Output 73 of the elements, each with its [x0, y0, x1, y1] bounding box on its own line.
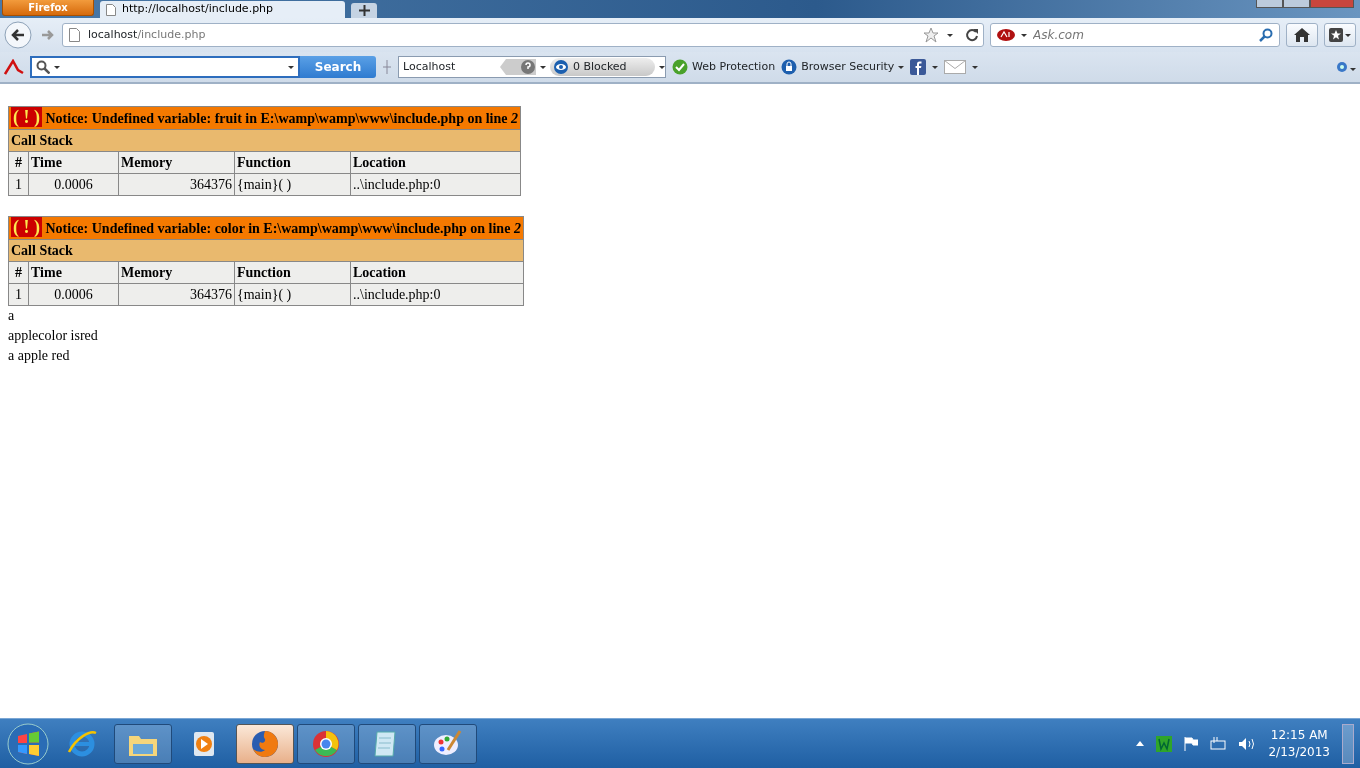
grip-icon — [382, 60, 392, 74]
dropdown-caret-icon[interactable] — [1021, 33, 1027, 37]
back-button[interactable] — [4, 21, 34, 49]
web-protection-link[interactable]: Web Protection — [692, 58, 776, 76]
table-cell: 1 — [8, 173, 29, 196]
taskbar-button[interactable] — [358, 723, 416, 764]
table-cell: ..\include.php:0 — [350, 173, 521, 196]
toolbar-search-field[interactable] — [30, 56, 300, 78]
dropdown-caret-icon[interactable] — [972, 65, 979, 69]
tab-title: http://localhost/include.php — [122, 1, 274, 18]
eye-icon — [553, 60, 569, 74]
clock-time: 12:15 AM — [1269, 726, 1329, 744]
bookmarks-button[interactable] — [1324, 23, 1356, 47]
warning-icon: ( ! ) — [11, 217, 42, 237]
show-hidden-icons-button[interactable] — [1136, 741, 1145, 746]
search-engine-icon — [997, 29, 1015, 41]
call-stack-heading: Call Stack — [8, 239, 524, 262]
site-field[interactable]: Localhost 0 Blocked — [398, 56, 666, 78]
search-box[interactable]: Ask.com — [990, 23, 1280, 47]
call-stack-heading: Call Stack — [8, 129, 521, 152]
dropdown-caret-icon[interactable] — [932, 65, 939, 69]
plus-icon — [358, 5, 370, 16]
dropdown-caret-icon[interactable] — [288, 65, 294, 69]
page-icon — [106, 3, 116, 16]
lock-icon — [781, 59, 798, 75]
search-icon[interactable] — [1259, 28, 1273, 42]
taskbar-button[interactable] — [236, 723, 294, 764]
dropdown-caret-icon[interactable] — [947, 33, 953, 37]
dropdown-caret-icon[interactable] — [54, 65, 60, 69]
notice-message: Notice: Undefined variable: fruit in E:\wamp\wamp\www\include.php on line 2 — [45, 111, 518, 126]
minimize-button[interactable] — [1256, 0, 1283, 8]
output-line: a — [8, 307, 16, 325]
home-icon — [1294, 28, 1310, 42]
table-cell: ..\include.php:0 — [350, 283, 524, 306]
settings-icon[interactable] — [1334, 59, 1356, 75]
new-tab-button[interactable] — [351, 3, 377, 18]
taskbar-button[interactable] — [297, 723, 355, 764]
maximize-button[interactable] — [1283, 0, 1310, 8]
taskbar-button[interactable] — [419, 723, 477, 764]
column-header: # — [8, 151, 29, 174]
check-icon — [672, 59, 688, 75]
notice-message: Notice: Undefined variable: color in E:\wamp\wamp\www\include.php on line 2 — [45, 221, 521, 236]
dropdown-caret-icon[interactable] — [898, 65, 905, 69]
clock[interactable]: 12:15 AM 2/13/2013 — [1268, 726, 1330, 761]
blocked-text: 0 Blocked — [573, 58, 627, 75]
browser-security-menu[interactable]: Browser Security — [801, 58, 895, 76]
star-icon — [1329, 28, 1351, 42]
volume-icon[interactable] — [1238, 736, 1257, 751]
search-icon — [36, 60, 50, 74]
blocked-counter[interactable]: 0 Blocked — [550, 58, 655, 76]
logo-icon — [4, 59, 24, 75]
output-line: a apple red — [8, 347, 71, 365]
bookmark-star-icon[interactable] — [923, 27, 939, 43]
network-icon[interactable] — [1210, 736, 1227, 751]
browser-tab[interactable]: http://localhost/include.php — [100, 1, 345, 18]
column-header: # — [8, 261, 29, 284]
address-bar[interactable]: localhost/include.php — [62, 23, 984, 47]
column-header: Location — [350, 151, 521, 174]
dropdown-caret-icon[interactable] — [659, 65, 665, 69]
start-button[interactable] — [6, 721, 50, 766]
output-line: applecolor isred — [8, 327, 99, 345]
url-text: localhost/include.php — [88, 26, 206, 43]
taskbar-button[interactable] — [114, 723, 172, 764]
flag-icon[interactable] — [1184, 736, 1199, 751]
warning-icon: ( ! ) — [11, 107, 42, 127]
site-text: Localhost — [403, 58, 456, 75]
clock-date: 2/13/2013 — [1268, 743, 1330, 761]
page-icon — [69, 28, 80, 42]
home-button[interactable] — [1286, 23, 1318, 47]
facebook-icon[interactable] — [910, 59, 927, 75]
column-header: Location — [350, 261, 524, 284]
dropdown-caret-icon[interactable] — [540, 65, 546, 69]
table-cell: 1 — [8, 283, 29, 306]
